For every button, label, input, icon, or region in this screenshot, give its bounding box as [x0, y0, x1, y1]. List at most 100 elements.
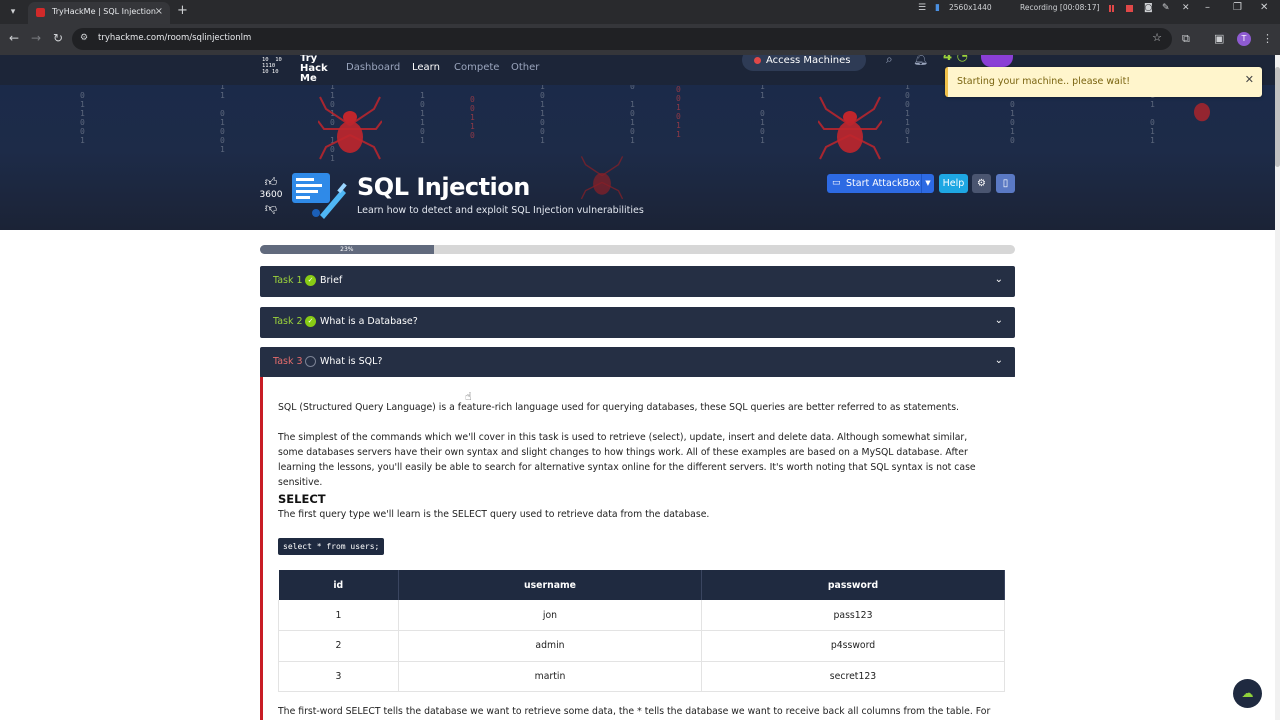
browser-toolbar: ← → ↻ ⚙ tryhackme.com/room/sqlinjectionl…: [0, 24, 1280, 55]
spider-icon: [818, 96, 882, 160]
room-title: SQL Injection: [357, 173, 530, 201]
room-hero-banner: 0 1 0 1 1 0 1 0 0 1 1 0 1 1 0 1 0 1 0 1 …: [0, 55, 1275, 230]
site-info-icon[interactable]: ⚙: [80, 33, 88, 43]
toast-close-icon[interactable]: ✕: [1245, 73, 1254, 86]
start-attackbox-button[interactable]: ▭ Start AttackBox ▼: [827, 174, 934, 193]
tab-title: TryHackMe | SQL Injection: [52, 7, 156, 16]
tab-close-icon[interactable]: ×: [155, 6, 163, 17]
vote-widget: 👍︎ 3600 👎︎: [258, 175, 284, 225]
url-text: tryhackme.com/room/sqlinjectionlm: [98, 33, 252, 43]
settings-gear-icon[interactable]: ⚙: [972, 174, 991, 193]
forward-icon[interactable]: →: [28, 31, 44, 45]
bookmark-star-icon[interactable]: ☆: [1152, 31, 1162, 44]
mic-icon[interactable]: ▮: [935, 0, 940, 24]
page-scrollbar[interactable]: [1275, 55, 1280, 720]
profile-avatar[interactable]: T: [1237, 32, 1251, 46]
room-progress-bar: 23%: [260, 245, 1015, 254]
task-3-header[interactable]: Task 3 What is SQL? ⌄: [260, 347, 1015, 378]
logo-binary: 10 10 1110 10 10: [262, 57, 282, 75]
scrollbar-thumb[interactable]: [1275, 67, 1280, 167]
bookmark-icon[interactable]: ▯: [996, 174, 1015, 193]
check-circle-icon: ✓: [305, 275, 316, 286]
address-bar[interactable]: ⚙ tryhackme.com/room/sqlinjectionlm ☆: [72, 28, 1172, 50]
cell-id: 3: [278, 661, 399, 692]
access-machines-button[interactable]: Access Machines: [742, 55, 866, 71]
camera-icon[interactable]: ◙: [1144, 0, 1153, 24]
nav-compete[interactable]: Compete: [454, 62, 499, 73]
paragraph: The first-word SELECT tells the database…: [278, 706, 991, 717]
task-3-content: SQL (Structured Query Language) is a fea…: [260, 377, 1015, 720]
chevron-down-icon[interactable]: ⌄: [995, 315, 1003, 326]
mouse-cursor-icon: ☝︎: [465, 390, 472, 403]
task-1-header[interactable]: Task 1 ✓ Brief ⌄: [260, 266, 1015, 297]
cell-username: jon: [398, 600, 702, 631]
status-dot-icon: [754, 57, 761, 64]
chevron-down-icon[interactable]: ⌄: [995, 355, 1003, 366]
spider-icon: [318, 96, 382, 160]
maximize-icon[interactable]: ❐: [1233, 2, 1242, 13]
pen-icon[interactable]: ✎: [1162, 0, 1170, 24]
thumbs-up-icon[interactable]: 👍︎: [258, 175, 284, 189]
back-icon[interactable]: ←: [6, 31, 22, 45]
user-avatar[interactable]: [981, 55, 1013, 67]
minimize-icon[interactable]: –: [1205, 2, 1210, 13]
room-icon: [292, 173, 347, 219]
column-header: id: [278, 570, 399, 600]
column-header: username: [398, 570, 702, 600]
nav-other[interactable]: Other: [511, 62, 539, 73]
vote-count: 3600: [259, 190, 283, 200]
check-circle-icon: ✓: [305, 316, 316, 327]
attackbox-label: Start AttackBox: [846, 178, 921, 189]
resolution-label: 2560x1440: [949, 3, 992, 12]
nav-learn[interactable]: Learn: [412, 62, 440, 73]
column-header: password: [701, 570, 1005, 600]
spider-icon: [580, 156, 624, 200]
notification-bell-icon[interactable]: 🔔︎: [913, 55, 928, 66]
close-recorder-icon[interactable]: ✕: [1182, 0, 1190, 24]
screen: ▾ TryHackMe | SQL Injection × + ☰ ▮ 2560…: [0, 0, 1280, 720]
streak-counter[interactable]: 4 ◔: [943, 55, 968, 64]
tryhackme-logo[interactable]: 10 10 1110 10 10 Try Hack Me: [262, 55, 334, 84]
search-icon[interactable]: ⌕: [886, 55, 893, 67]
browser-tab[interactable]: TryHackMe | SQL Injection ×: [28, 2, 170, 24]
machine-start-toast: Starting your machine.. please wait! ✕: [945, 67, 1262, 97]
new-tab-icon[interactable]: +: [177, 3, 188, 18]
browser-menu-icon[interactable]: ⋮: [1262, 32, 1273, 45]
pause-icon[interactable]: [1109, 5, 1111, 12]
cloud-machine-icon[interactable]: ☁: [1233, 679, 1262, 708]
side-panel-icon[interactable]: ▣: [1214, 32, 1224, 45]
attackbox-dropdown-icon[interactable]: ▼: [921, 174, 934, 193]
incomplete-circle-icon: [305, 356, 316, 367]
favicon-icon: [36, 8, 45, 17]
window-close-icon[interactable]: ✕: [1260, 2, 1268, 13]
access-machines-label: Access Machines: [766, 55, 851, 66]
binary-rain-decor: 0 0 1 0 1 1: [676, 85, 681, 139]
table-row: 1 jon pass123: [278, 600, 1005, 631]
logo-text: Try Hack Me: [300, 55, 328, 84]
spider-icon: [1194, 103, 1210, 122]
monitor-icon: ▭: [832, 178, 841, 188]
thumbs-down-icon[interactable]: 👎︎: [258, 201, 284, 216]
cell-password: p4ssword: [701, 630, 1005, 662]
cell-id: 2: [278, 630, 399, 662]
cell-username: martin: [398, 661, 702, 692]
room-subtitle: Learn how to detect and exploit SQL Inje…: [357, 205, 644, 216]
help-button[interactable]: Help: [939, 174, 968, 193]
streak-count: 4: [943, 55, 953, 64]
paragraph: SQL (Structured Query Language) is a fea…: [278, 402, 959, 413]
chevron-down-icon[interactable]: ⌄: [995, 274, 1003, 285]
nav-dashboard[interactable]: Dashboard: [346, 62, 400, 73]
code-snippet: select * from users;: [278, 538, 384, 555]
paragraph: The first query type we'll learn is the …: [278, 509, 710, 520]
extensions-icon[interactable]: ⧉: [1182, 32, 1190, 46]
cell-id: 1: [278, 600, 399, 631]
task-title: What is SQL?: [320, 356, 383, 367]
list-icon[interactable]: ☰: [918, 0, 926, 24]
tab-search-icon[interactable]: ▾: [6, 5, 20, 19]
reload-icon[interactable]: ↻: [50, 31, 66, 45]
streak-icon: ◔: [956, 55, 968, 64]
section-heading: SELECT: [278, 492, 326, 506]
task-2-header[interactable]: Task 2 ✓ What is a Database? ⌄: [260, 307, 1015, 338]
toast-message: Starting your machine.. please wait!: [957, 76, 1131, 87]
stop-icon[interactable]: [1126, 5, 1133, 12]
